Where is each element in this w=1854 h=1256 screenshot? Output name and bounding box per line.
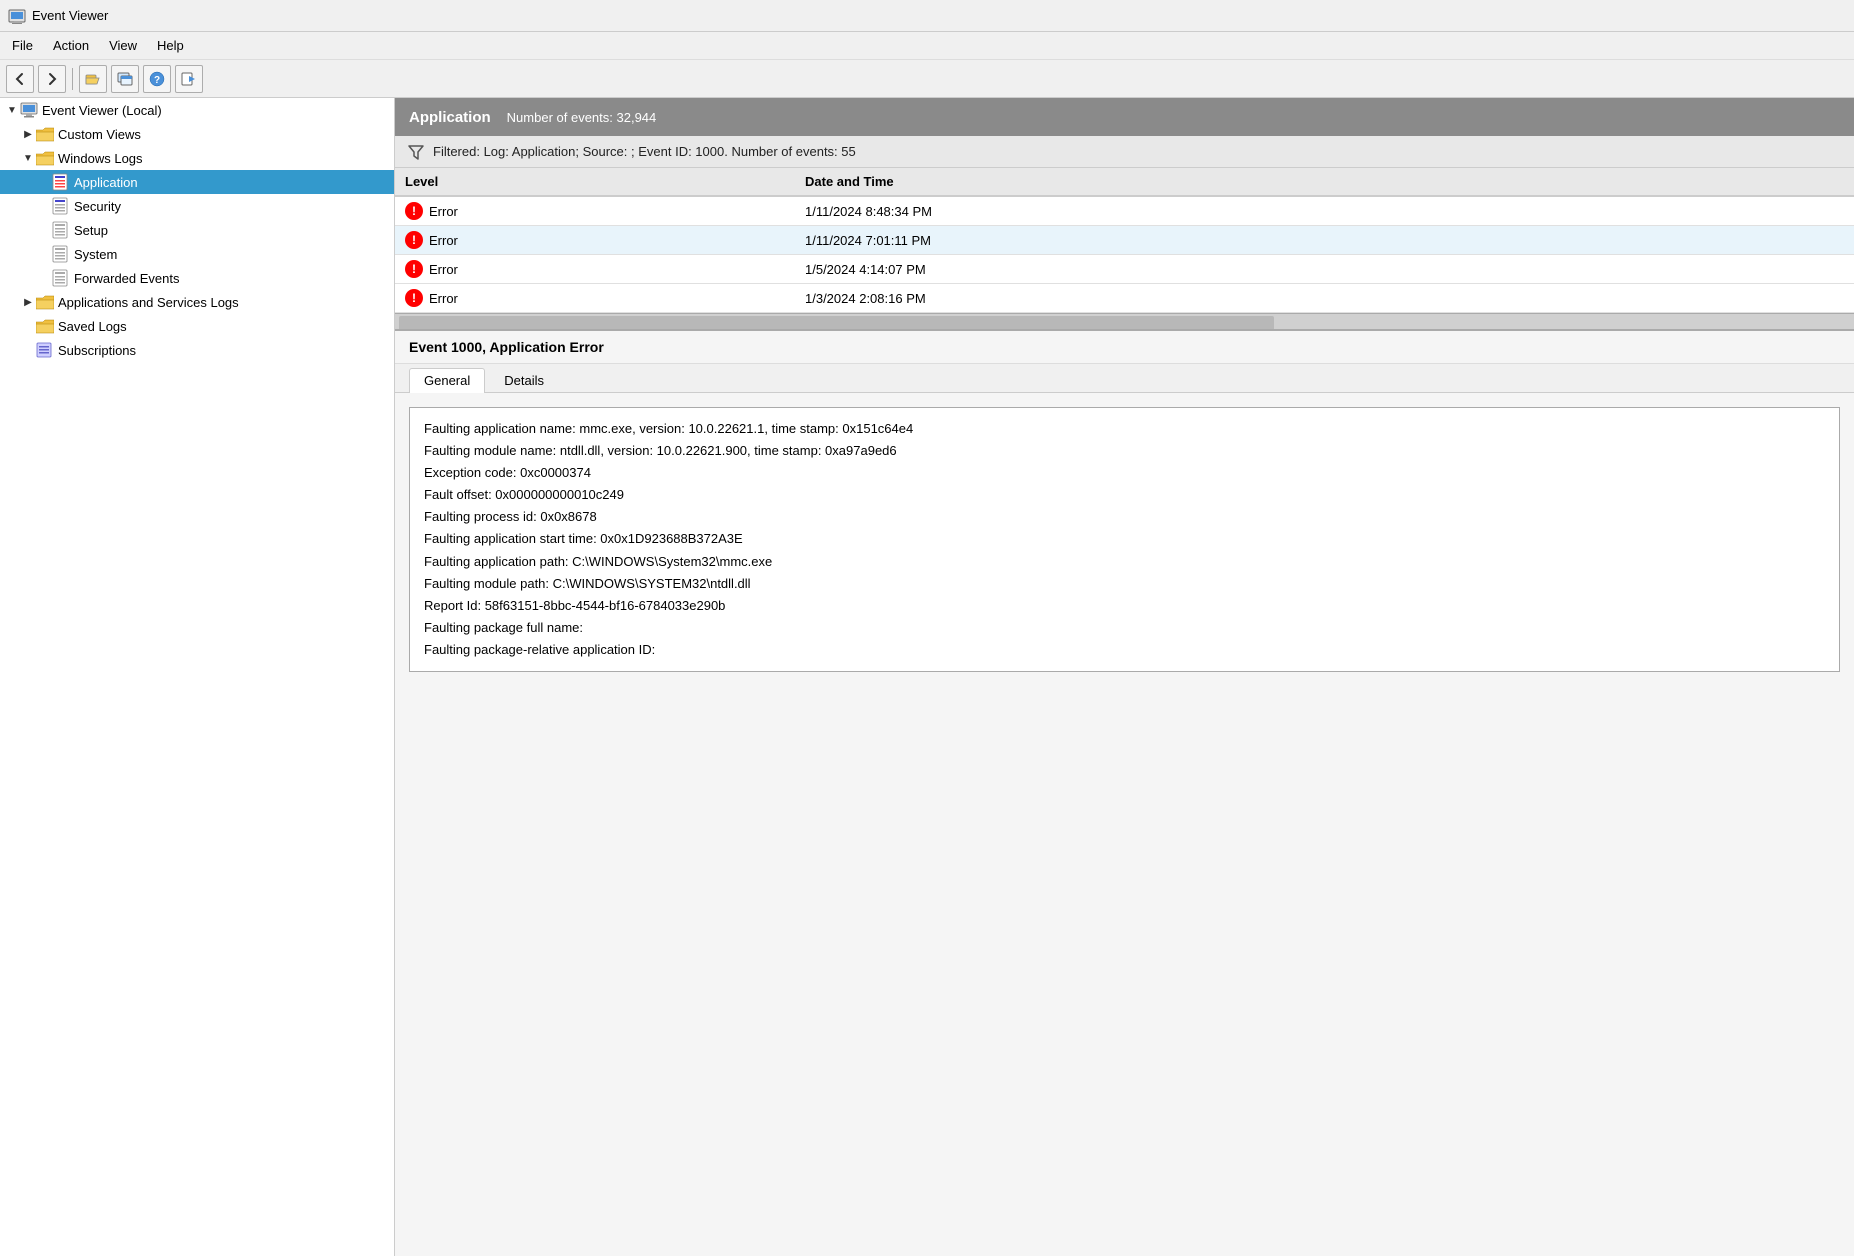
- sidebar-item-application[interactable]: ▶ Application: [0, 170, 394, 194]
- event-row[interactable]: Error 1/5/2024 4:14:07 PM: [395, 255, 1854, 284]
- sidebar-item-setup[interactable]: ▶ Setup: [0, 218, 394, 242]
- forward-icon: [44, 71, 60, 87]
- forward-button[interactable]: [38, 65, 66, 93]
- title-bar: Event Viewer: [0, 0, 1854, 32]
- computer-icon: [20, 101, 38, 119]
- toolbar: ?: [0, 60, 1854, 98]
- expander-event-viewer[interactable]: ▼: [4, 102, 20, 118]
- folder-icon-apps-services: [36, 295, 54, 310]
- filter-icon: [407, 143, 425, 161]
- export-button[interactable]: [175, 65, 203, 93]
- event-level-2: Error: [395, 258, 795, 280]
- app-header-title: Application: [409, 109, 491, 126]
- sidebar-item-custom-views[interactable]: ▶ Custom Views: [0, 122, 394, 146]
- log-system-icon: [52, 245, 70, 263]
- svg-text:?: ?: [154, 75, 160, 86]
- log-forwarded-icon: [52, 269, 70, 287]
- sidebar-label-forwarded-events: Forwarded Events: [74, 271, 180, 286]
- sidebar-item-system[interactable]: ▶ System: [0, 242, 394, 266]
- tab-general[interactable]: General: [409, 368, 485, 393]
- new-window-button[interactable]: [111, 65, 139, 93]
- expander-windows-logs[interactable]: ▼: [20, 150, 36, 166]
- menu-file[interactable]: File: [4, 36, 41, 55]
- menu-bar: File Action View Help: [0, 32, 1854, 60]
- main-layout: ▼ Event Viewer (Local) ▶ Custom Views ▼: [0, 98, 1854, 1256]
- log-app-icon: [52, 173, 70, 191]
- help-button[interactable]: ?: [143, 65, 171, 93]
- sidebar-item-event-viewer-local[interactable]: ▼ Event Viewer (Local): [0, 98, 394, 122]
- event-level-1: Error: [395, 229, 795, 251]
- tab-details[interactable]: Details: [489, 368, 559, 392]
- detail-panel: Event 1000, Application Error General De…: [395, 329, 1854, 1256]
- sidebar-item-saved-logs[interactable]: ▶ Saved Logs: [0, 314, 394, 338]
- subscriptions-icon: [36, 341, 54, 359]
- back-button[interactable]: [6, 65, 34, 93]
- event-row[interactable]: Error 1/3/2024 2:08:16 PM: [395, 284, 1854, 313]
- sidebar-label-custom-views: Custom Views: [58, 127, 141, 142]
- column-header-level: Level: [395, 172, 795, 191]
- log-setup-icon: [52, 221, 70, 239]
- menu-action[interactable]: Action: [45, 36, 97, 55]
- event-datetime-3: 1/3/2024 2:08:16 PM: [795, 289, 1055, 308]
- detail-tabs: General Details: [395, 364, 1854, 393]
- sidebar-item-apps-services-logs[interactable]: ▶ Applications and Services Logs: [0, 290, 394, 314]
- back-icon: [12, 71, 28, 87]
- events-table-header: Level Date and Time: [395, 168, 1854, 197]
- log-security-icon: [52, 197, 70, 215]
- error-icon-2: [405, 260, 423, 278]
- sidebar-label-setup: Setup: [74, 223, 108, 238]
- sidebar-label-event-viewer-local: Event Viewer (Local): [42, 103, 162, 118]
- app-header-subtitle: Number of events: 32,944: [507, 110, 657, 125]
- menu-view[interactable]: View: [101, 36, 145, 55]
- sidebar-label-subscriptions: Subscriptions: [58, 343, 136, 358]
- folder-icon-custom-views: [36, 127, 54, 142]
- sidebar-item-subscriptions[interactable]: ▶ Subscriptions: [0, 338, 394, 362]
- sidebar-label-saved-logs: Saved Logs: [58, 319, 127, 334]
- event-datetime-0: 1/11/2024 8:48:34 PM: [795, 202, 1055, 221]
- error-icon-1: [405, 231, 423, 249]
- error-icon-3: [405, 289, 423, 307]
- filter-bar: Filtered: Log: Application; Source: ; Ev…: [395, 136, 1854, 168]
- sidebar-label-system: System: [74, 247, 117, 262]
- filter-text: Filtered: Log: Application; Source: ; Ev…: [433, 144, 856, 159]
- open-icon: [85, 71, 101, 87]
- detail-header: Event 1000, Application Error: [395, 331, 1854, 364]
- sidebar-label-apps-services-logs: Applications and Services Logs: [58, 295, 239, 310]
- help-icon: ?: [149, 71, 165, 87]
- sidebar-item-security[interactable]: ▶ Security: [0, 194, 394, 218]
- sidebar-item-forwarded-events[interactable]: ▶ Forwarded Events: [0, 266, 394, 290]
- toolbar-separator-1: [72, 68, 73, 90]
- expander-apps-services-logs[interactable]: ▶: [20, 294, 36, 310]
- title-bar-text: Event Viewer: [32, 8, 108, 23]
- detail-text-box: Faulting application name: mmc.exe, vers…: [409, 407, 1840, 672]
- event-row[interactable]: Error 1/11/2024 8:48:34 PM: [395, 197, 1854, 226]
- app-header: Application Number of events: 32,944: [395, 98, 1854, 136]
- new-window-icon: [117, 71, 133, 87]
- content-panel: Application Number of events: 32,944 Fil…: [395, 98, 1854, 1256]
- sidebar-label-security: Security: [74, 199, 121, 214]
- event-row[interactable]: Error 1/11/2024 7:01:11 PM: [395, 226, 1854, 255]
- sidebar-label-windows-logs: Windows Logs: [58, 151, 143, 166]
- sidebar-label-application: Application: [74, 175, 138, 190]
- event-datetime-1: 1/11/2024 7:01:11 PM: [795, 231, 1055, 250]
- event-datetime-2: 1/5/2024 4:14:07 PM: [795, 260, 1055, 279]
- sidebar-item-windows-logs[interactable]: ▼ Windows Logs: [0, 146, 394, 170]
- menu-help[interactable]: Help: [149, 36, 192, 55]
- error-icon-0: [405, 202, 423, 220]
- events-table: Level Date and Time Error 1/11/2024 8:48…: [395, 168, 1854, 329]
- event-level-0: Error: [395, 200, 795, 222]
- event-level-3: Error: [395, 287, 795, 309]
- expander-custom-views[interactable]: ▶: [20, 126, 36, 142]
- events-rows: Error 1/11/2024 8:48:34 PM Error 1/11/20…: [395, 197, 1854, 313]
- app-icon: [8, 7, 26, 25]
- detail-content: Faulting application name: mmc.exe, vers…: [395, 393, 1854, 1256]
- table-scrollbar[interactable]: [395, 313, 1854, 329]
- sidebar: ▼ Event Viewer (Local) ▶ Custom Views ▼: [0, 98, 395, 1256]
- open-button[interactable]: [79, 65, 107, 93]
- export-icon: [181, 71, 197, 87]
- column-header-datetime: Date and Time: [795, 172, 1055, 191]
- folder-icon-windows-logs: [36, 151, 54, 166]
- folder-icon-saved-logs: [36, 319, 54, 334]
